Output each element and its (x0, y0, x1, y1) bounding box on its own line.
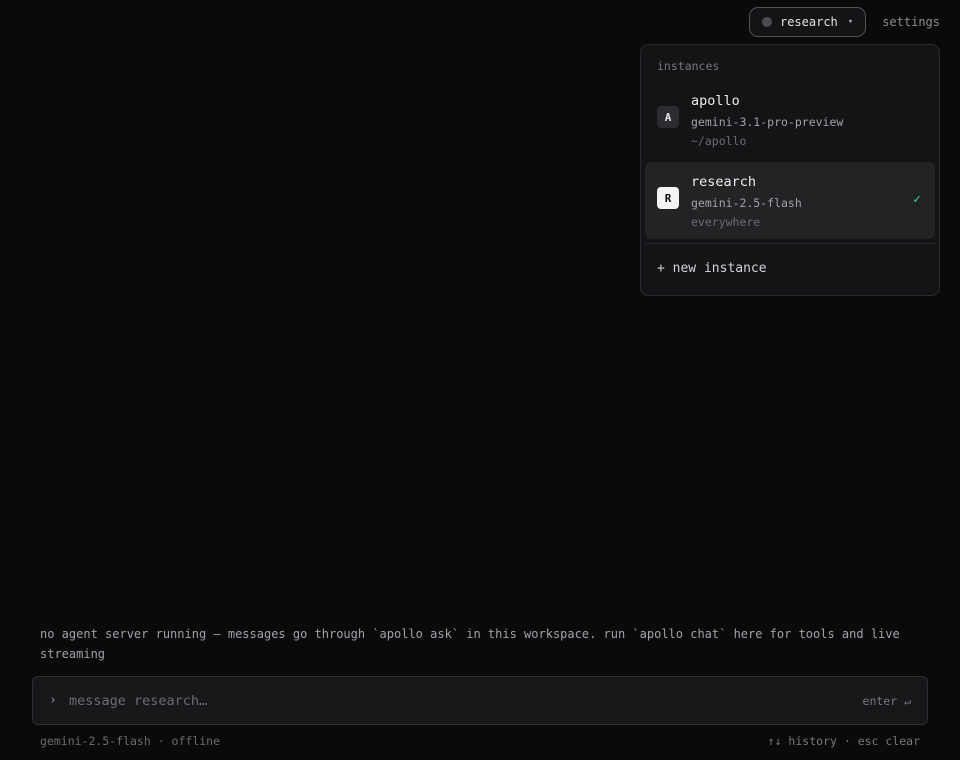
instance-model: gemini-3.1-pro-preview (691, 115, 844, 129)
message-composer: › enter ↵ (32, 676, 928, 725)
enter-send-hint[interactable]: enter ↵ (863, 694, 911, 708)
app-window: research ▾ settings instances A apollo g… (0, 0, 960, 760)
instance-text: apollo gemini-3.1-pro-preview ~/apollo (691, 93, 843, 151)
current-instance-label: research (779, 15, 838, 29)
server-notice: no agent server running — messages go th… (40, 627, 900, 661)
status-dot-icon (761, 17, 772, 27)
prompt-chevron-icon: › (49, 693, 57, 708)
instance-dropdown: instances A apollo gemini-3.1-pro-previe… (640, 44, 940, 296)
keyboard-hints: ↑↓ history · esc clear (768, 734, 920, 748)
instance-item-apollo[interactable]: A apollo gemini-3.1-pro-preview ~/apollo (645, 81, 935, 158)
instance-model: gemini-2.5-flash (691, 196, 802, 210)
check-icon: ✓ (913, 192, 921, 207)
model-status: gemini-2.5-flash · offline (40, 734, 221, 748)
instance-switcher-button[interactable]: research ▾ (748, 7, 867, 37)
instance-path: ~/apollo (691, 134, 747, 148)
chevron-down-icon: ▾ (847, 17, 854, 27)
history-hint[interactable]: ↑↓ history (768, 734, 837, 748)
message-input[interactable] (69, 692, 863, 709)
instance-name: research (691, 174, 757, 190)
instance-name: apollo (691, 93, 740, 109)
top-bar: research ▾ settings (748, 7, 940, 37)
dropdown-heading: instances (657, 59, 720, 73)
instance-text: research gemini-2.5-flash everywhere (691, 174, 802, 232)
instance-avatar: A (657, 106, 679, 128)
instance-path: everywhere (691, 215, 761, 229)
instance-item-research[interactable]: R research gemini-2.5-flash everywhere ✓ (645, 162, 935, 239)
hint-separator: · (836, 734, 858, 748)
settings-link[interactable]: settings (882, 15, 940, 29)
new-instance-button[interactable]: + new instance (645, 244, 935, 294)
clear-hint[interactable]: esc clear (858, 734, 920, 748)
instance-avatar: R (657, 187, 679, 209)
